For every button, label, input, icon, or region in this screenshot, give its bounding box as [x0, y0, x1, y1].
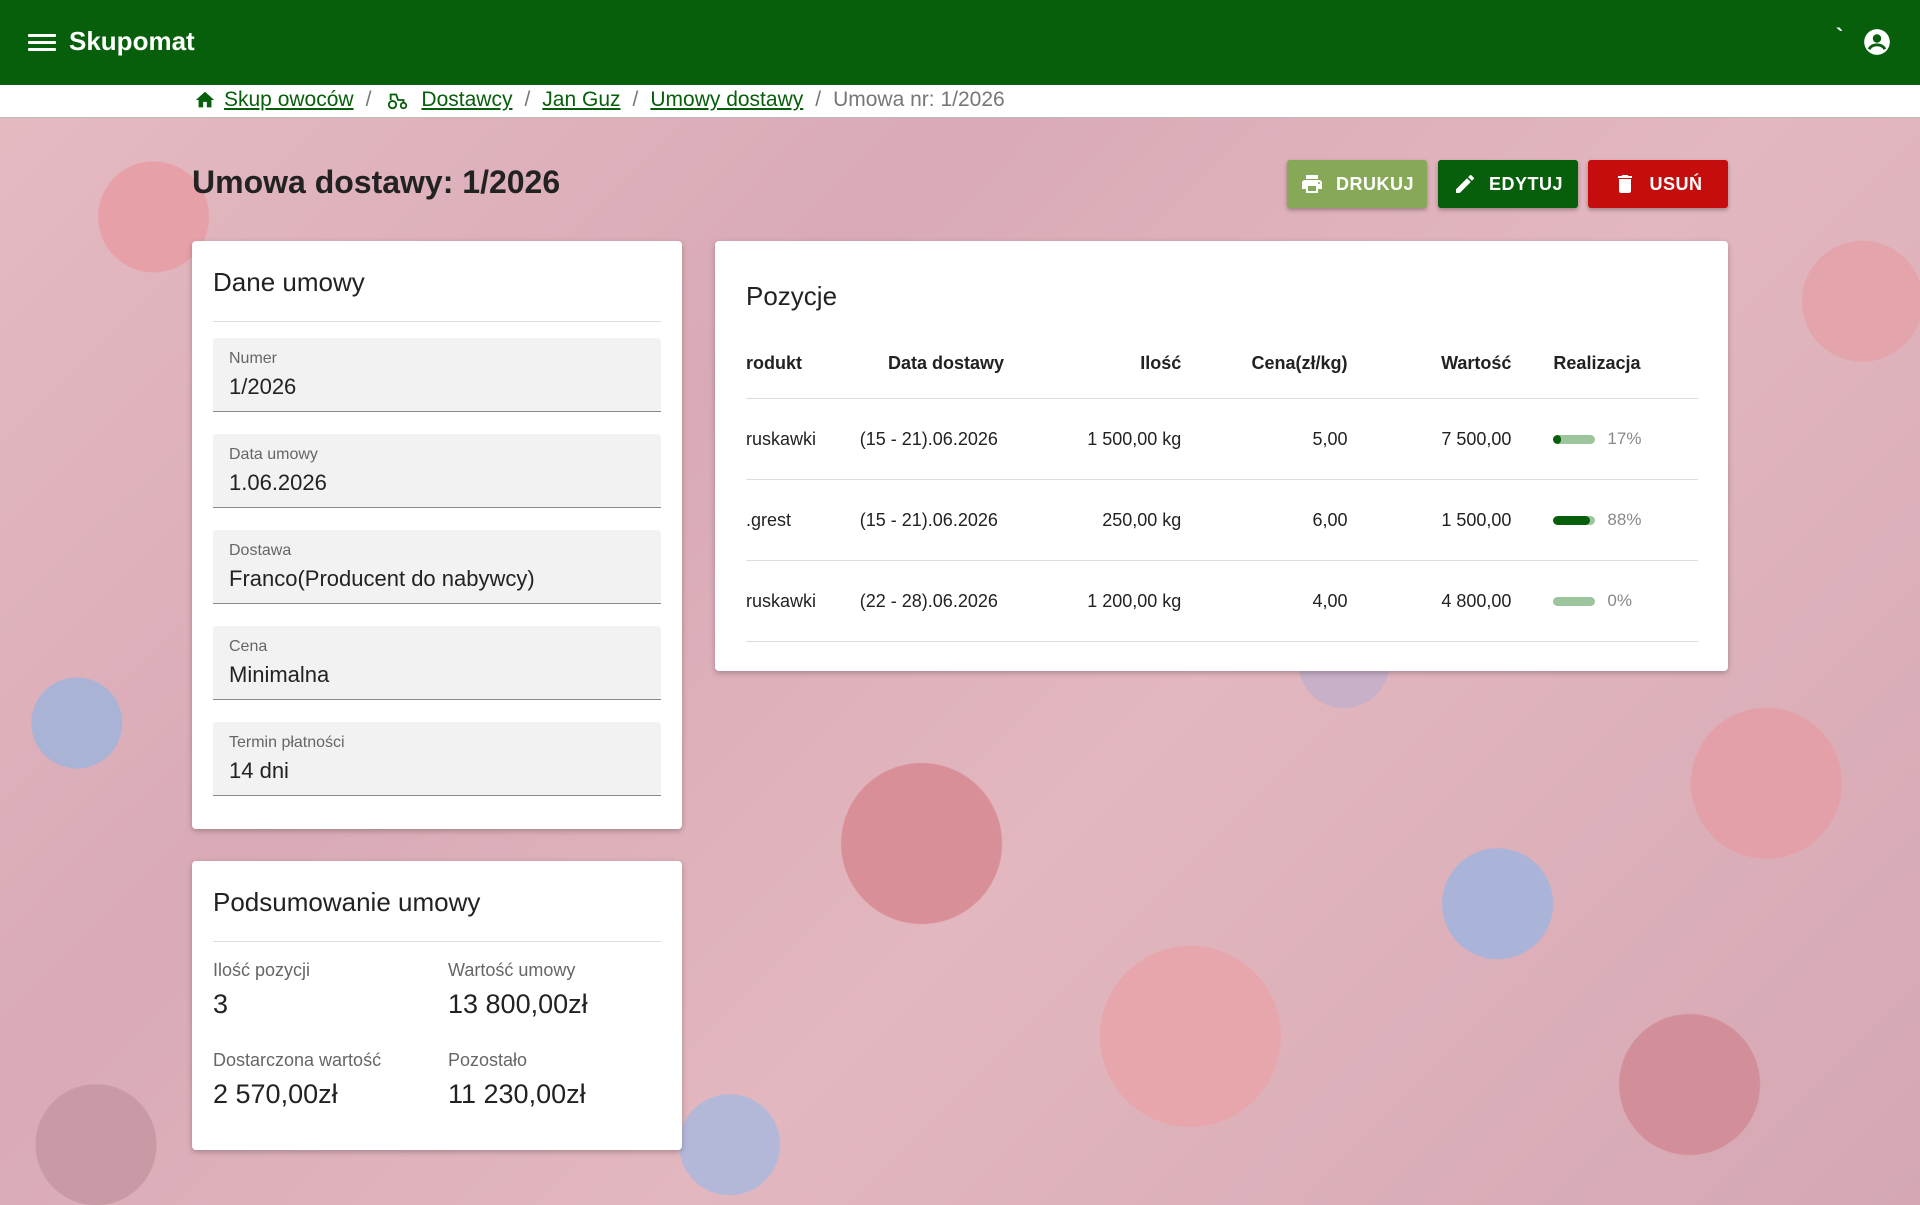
field-contract-date[interactable]: Data umowy 1.06.2026	[213, 434, 661, 508]
table-row[interactable]: ruskawki (22 - 28).06.2026 1 200,00 kg 4…	[746, 560, 1698, 642]
column-header-value[interactable]: Wartość	[1347, 329, 1512, 399]
contract-summary-card: Podsumowanie umowy Ilość pozycji 3 Warto…	[192, 861, 682, 1150]
breadcrumb-separator: /	[365, 88, 372, 111]
cell-quantity: 1 500,00 kg	[1032, 398, 1182, 480]
cell-value: 4 800,00	[1347, 560, 1512, 642]
cell-value: 1 500,00	[1347, 479, 1512, 561]
cell-product: ruskawki	[746, 560, 860, 642]
breadcrumb-link-contracts[interactable]: Umowy dostawy	[650, 88, 803, 112]
positions-table: rodukt Data dostawy Ilość Cena(zł/kg) Wa…	[746, 329, 1698, 642]
table-row[interactable]: .grest (15 - 21).06.2026 250,00 kg 6,00 …	[746, 479, 1698, 561]
column-header-realization[interactable]: Realizacja	[1511, 329, 1698, 399]
card-divider	[213, 941, 661, 942]
field-payment-term[interactable]: Termin płatności 14 dni	[213, 722, 661, 796]
breadcrumb-current: Umowa nr: 1/2026	[833, 88, 1005, 111]
positions-card: Pozycje rodukt Data dostawy Ilość Cena(z…	[715, 241, 1728, 671]
progress-bar	[1553, 515, 1596, 525]
positions-title: Pozycje	[746, 281, 838, 311]
breadcrumb-link-dostawcy[interactable]: Dostawcy	[383, 88, 512, 112]
field-price[interactable]: Cena Minimalna	[213, 626, 661, 700]
contract-details-title: Dane umowy	[213, 267, 365, 297]
cell-realization: 0%	[1511, 560, 1698, 642]
field-value: Franco(Producent do nabywcy)	[229, 566, 535, 591]
card-divider	[213, 321, 661, 322]
cell-product: ruskawki	[746, 398, 860, 480]
printer-icon	[1301, 175, 1322, 193]
progress-bar	[1553, 434, 1596, 444]
tractor-icon	[388, 93, 408, 110]
appbar-tick: `	[1836, 24, 1844, 49]
column-header-price[interactable]: Cena(zł/kg)	[1181, 329, 1348, 399]
field-label: Dostawa	[229, 542, 292, 559]
column-header-product[interactable]: rodukt	[746, 329, 860, 399]
summary-value: 2 570,00zł	[213, 1079, 338, 1109]
edit-button-label: EDYTUJ	[1488, 173, 1563, 194]
summary-label: Pozostało	[448, 1050, 528, 1070]
progress-fill	[1553, 515, 1591, 525]
cell-value: 7 500,00	[1347, 398, 1512, 480]
summary-label: Dostarczona wartość	[213, 1050, 382, 1070]
edit-button[interactable]: EDYTUJ	[1438, 160, 1578, 208]
summary-title: Podsumowanie umowy	[213, 887, 481, 917]
account-circle-icon[interactable]	[1863, 28, 1891, 56]
cell-delivery-date: (22 - 28).06.2026	[859, 560, 1033, 642]
breadcrumb-bar: Skup owoców / Dostawcy / Jan Guz / Umowy…	[0, 85, 1920, 118]
cell-price: 6,00	[1181, 479, 1348, 561]
contract-details-card: Dane umowy Numer 1/2026 Data umowy 1.06.…	[192, 241, 682, 829]
cell-delivery-date: (15 - 21).06.2026	[859, 479, 1033, 561]
progress-percent: 17%	[1607, 429, 1642, 448]
app-bar: Skupomat `	[0, 0, 1920, 85]
progress-percent: 0%	[1607, 591, 1632, 610]
progress-percent: 88%	[1607, 510, 1642, 529]
breadcrumb-separator: /	[524, 88, 531, 111]
field-value: 1.06.2026	[229, 470, 327, 495]
breadcrumb-label: Dostawcy	[421, 88, 513, 111]
cell-realization: 17%	[1511, 398, 1698, 480]
field-value: Minimalna	[229, 662, 330, 687]
summary-value: 11 230,00zł	[448, 1079, 586, 1109]
delete-button[interactable]: USUŃ	[1588, 160, 1728, 208]
field-label: Data umowy	[229, 446, 318, 463]
breadcrumb: Skup owoców / Dostawcy / Jan Guz / Umowy…	[194, 88, 1005, 112]
cell-product: .grest	[746, 479, 860, 561]
breadcrumb-separator: /	[815, 88, 822, 111]
column-header-quantity[interactable]: Ilość	[1032, 329, 1182, 399]
table-header-row: rodukt Data dostawy Ilość Cena(zł/kg) Wa…	[746, 329, 1698, 399]
page-title: Umowa dostawy: 1/2026	[192, 164, 561, 200]
breadcrumb-label: Skup owoców	[224, 88, 354, 111]
cell-delivery-date: (15 - 21).06.2026	[859, 398, 1033, 480]
cell-price: 5,00	[1181, 398, 1348, 480]
summary-label: Wartość umowy	[448, 960, 576, 980]
print-button[interactable]: DRUKUJ	[1287, 160, 1427, 208]
field-value: 1/2026	[229, 374, 297, 399]
column-header-delivery-date[interactable]: Data dostawy	[859, 329, 1033, 399]
trash-icon	[1618, 175, 1633, 193]
pencil-icon	[1455, 174, 1474, 193]
progress-fill	[1553, 434, 1561, 444]
print-button-label: DRUKUJ	[1335, 173, 1414, 194]
progress-bar	[1553, 596, 1596, 606]
cell-realization: 88%	[1511, 479, 1698, 561]
table-row[interactable]: ruskawki (15 - 21).06.2026 1 500,00 kg 5…	[746, 398, 1698, 480]
summary-label: Ilość pozycji	[213, 960, 311, 980]
field-delivery[interactable]: Dostawa Franco(Producent do nabywcy)	[213, 530, 661, 604]
field-label: Numer	[229, 350, 278, 367]
cell-price: 4,00	[1181, 560, 1348, 642]
field-number[interactable]: Numer 1/2026	[213, 338, 661, 412]
menu-icon[interactable]	[28, 30, 56, 56]
summary-value: 3	[213, 989, 229, 1019]
breadcrumb-link-supplier[interactable]: Jan Guz	[542, 88, 620, 112]
cell-quantity: 250,00 kg	[1032, 479, 1182, 561]
field-value: 14 dni	[229, 758, 289, 783]
breadcrumb-link-skup[interactable]: Skup owoców	[194, 88, 354, 112]
cell-quantity: 1 200,00 kg	[1032, 560, 1182, 642]
app-title: Skupomat	[69, 26, 195, 56]
home-icon	[195, 91, 215, 108]
summary-value: 13 800,00zł	[448, 989, 588, 1019]
breadcrumb-separator: /	[632, 88, 639, 111]
field-label: Termin płatności	[229, 734, 345, 751]
delete-button-label: USUŃ	[1649, 173, 1703, 194]
field-label: Cena	[229, 638, 268, 655]
